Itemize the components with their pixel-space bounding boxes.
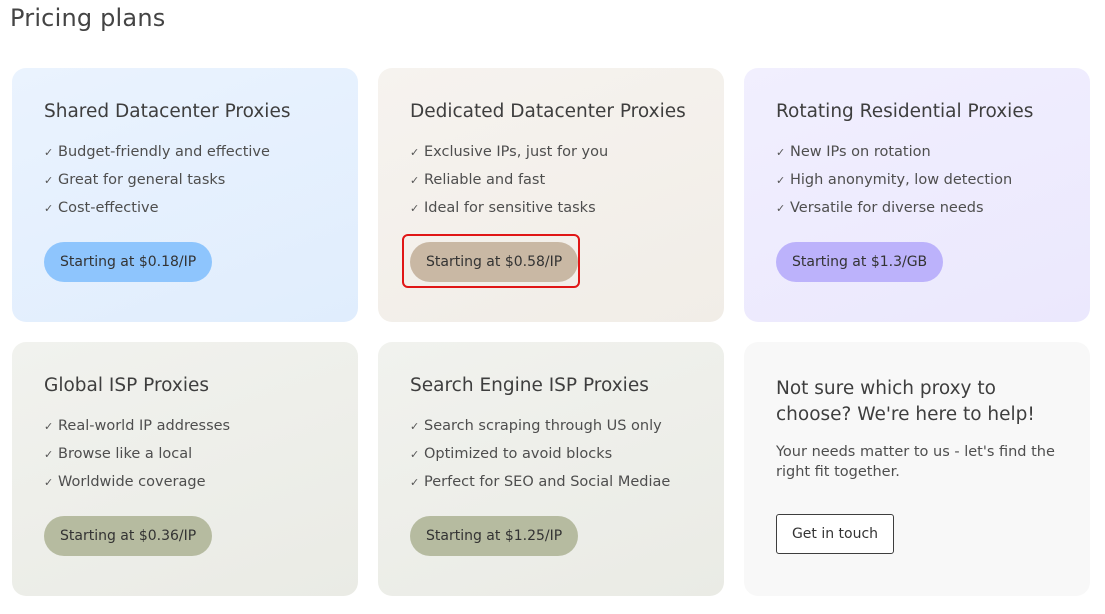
starting-price-button[interactable]: Starting at $1.3/GB xyxy=(776,242,944,282)
plan-title: Search Engine ISP Proxies xyxy=(410,375,649,396)
check-icon: ✓ xyxy=(44,447,54,461)
check-icon: ✓ xyxy=(44,419,54,433)
plan-card-dedicated-datacenter: Dedicated Datacenter Proxies ✓ Exclusive … xyxy=(378,68,724,322)
starting-price-button[interactable]: Starting at $0.36/IP xyxy=(44,516,213,556)
check-icon: ✓ xyxy=(410,201,420,215)
feature-item: ✓ High anonymity, low detection xyxy=(776,172,1013,188)
help-text: Your needs matter to us - let's find the… xyxy=(776,444,1055,480)
check-icon: ✓ xyxy=(776,173,786,187)
feature-list: ✓ Real-world IP addresses ✓ Browse like a … xyxy=(44,412,338,496)
plan-title: Global ISP Proxies xyxy=(44,375,210,396)
feature-item: ✓ Ideal for sensitive tasks xyxy=(410,200,596,216)
feature-item: ✓ Budget-friendly and effective xyxy=(44,144,270,160)
starting-price-button[interactable]: Starting at $0.18/IP xyxy=(44,242,213,282)
check-icon: ✓ xyxy=(410,419,420,433)
feature-item: ✓ Cost-effective xyxy=(44,200,159,216)
feature-list: ✓ New IPs on rotation ✓ High anonymity, lo… xyxy=(776,138,1070,222)
feature-item: ✓ Reliable and fast xyxy=(410,172,546,188)
plan-card-shared-datacenter: Shared Datacenter Proxies ✓ Budget-friend… xyxy=(12,68,358,322)
check-icon: ✓ xyxy=(410,475,420,489)
check-icon: ✓ xyxy=(44,173,54,187)
feature-item: ✓ Worldwide coverage xyxy=(44,474,206,490)
feature-item: ✓ Search scraping through US only xyxy=(410,418,662,434)
feature-item: ✓ Great for general tasks xyxy=(44,172,226,188)
plan-card-search-engine-isp: Search Engine ISP Proxies ✓ Search scrapi… xyxy=(378,342,724,596)
plan-title: Rotating Residential Proxies xyxy=(776,101,1034,122)
plan-title: Dedicated Datacenter Proxies xyxy=(410,101,686,122)
starting-price-button[interactable]: Starting at $0.58/IP xyxy=(410,242,579,282)
check-icon: ✓ xyxy=(410,145,420,159)
feature-list: ✓ Search scraping through US only ✓ Optimi… xyxy=(410,412,704,496)
check-icon: ✓ xyxy=(776,201,786,215)
feature-list: ✓ Exclusive IPs, just for you ✓ Reliable a… xyxy=(410,138,704,222)
starting-price-button[interactable]: Starting at $1.25/IP xyxy=(410,516,579,556)
check-icon: ✓ xyxy=(410,447,420,461)
plan-card-global-isp: Global ISP Proxies ✓ Real-world IP addres… xyxy=(12,342,358,596)
plan-card-rotating-residential: Rotating Residential Proxies ✓ New IPs on… xyxy=(744,68,1090,322)
help-title: Not sure which proxy to choose? We're he… xyxy=(776,378,1035,425)
help-card: Not sure which proxy to choose? We're he… xyxy=(744,342,1090,596)
page-title: Pricing plans xyxy=(10,4,166,32)
check-icon: ✓ xyxy=(776,145,786,159)
plan-title: Shared Datacenter Proxies xyxy=(44,101,291,122)
get-in-touch-button[interactable]: Get in touch xyxy=(776,514,894,554)
feature-list: ✓ Budget-friendly and effective ✓ Great fo… xyxy=(44,138,338,222)
feature-item: ✓ Real-world IP addresses xyxy=(44,418,231,434)
check-icon: ✓ xyxy=(44,475,54,489)
check-icon: ✓ xyxy=(44,201,54,215)
check-icon: ✓ xyxy=(410,173,420,187)
feature-item: ✓ New IPs on rotation xyxy=(776,144,931,160)
check-icon: ✓ xyxy=(44,145,54,159)
feature-item: ✓ Optimized to avoid blocks xyxy=(410,446,613,462)
feature-item: ✓ Versatile for diverse needs xyxy=(776,200,984,216)
feature-item: ✓ Browse like a local xyxy=(44,446,193,462)
feature-item: ✓ Exclusive IPs, just for you xyxy=(410,144,609,160)
feature-item: ✓ Perfect for SEO and Social Mediae xyxy=(410,474,671,490)
